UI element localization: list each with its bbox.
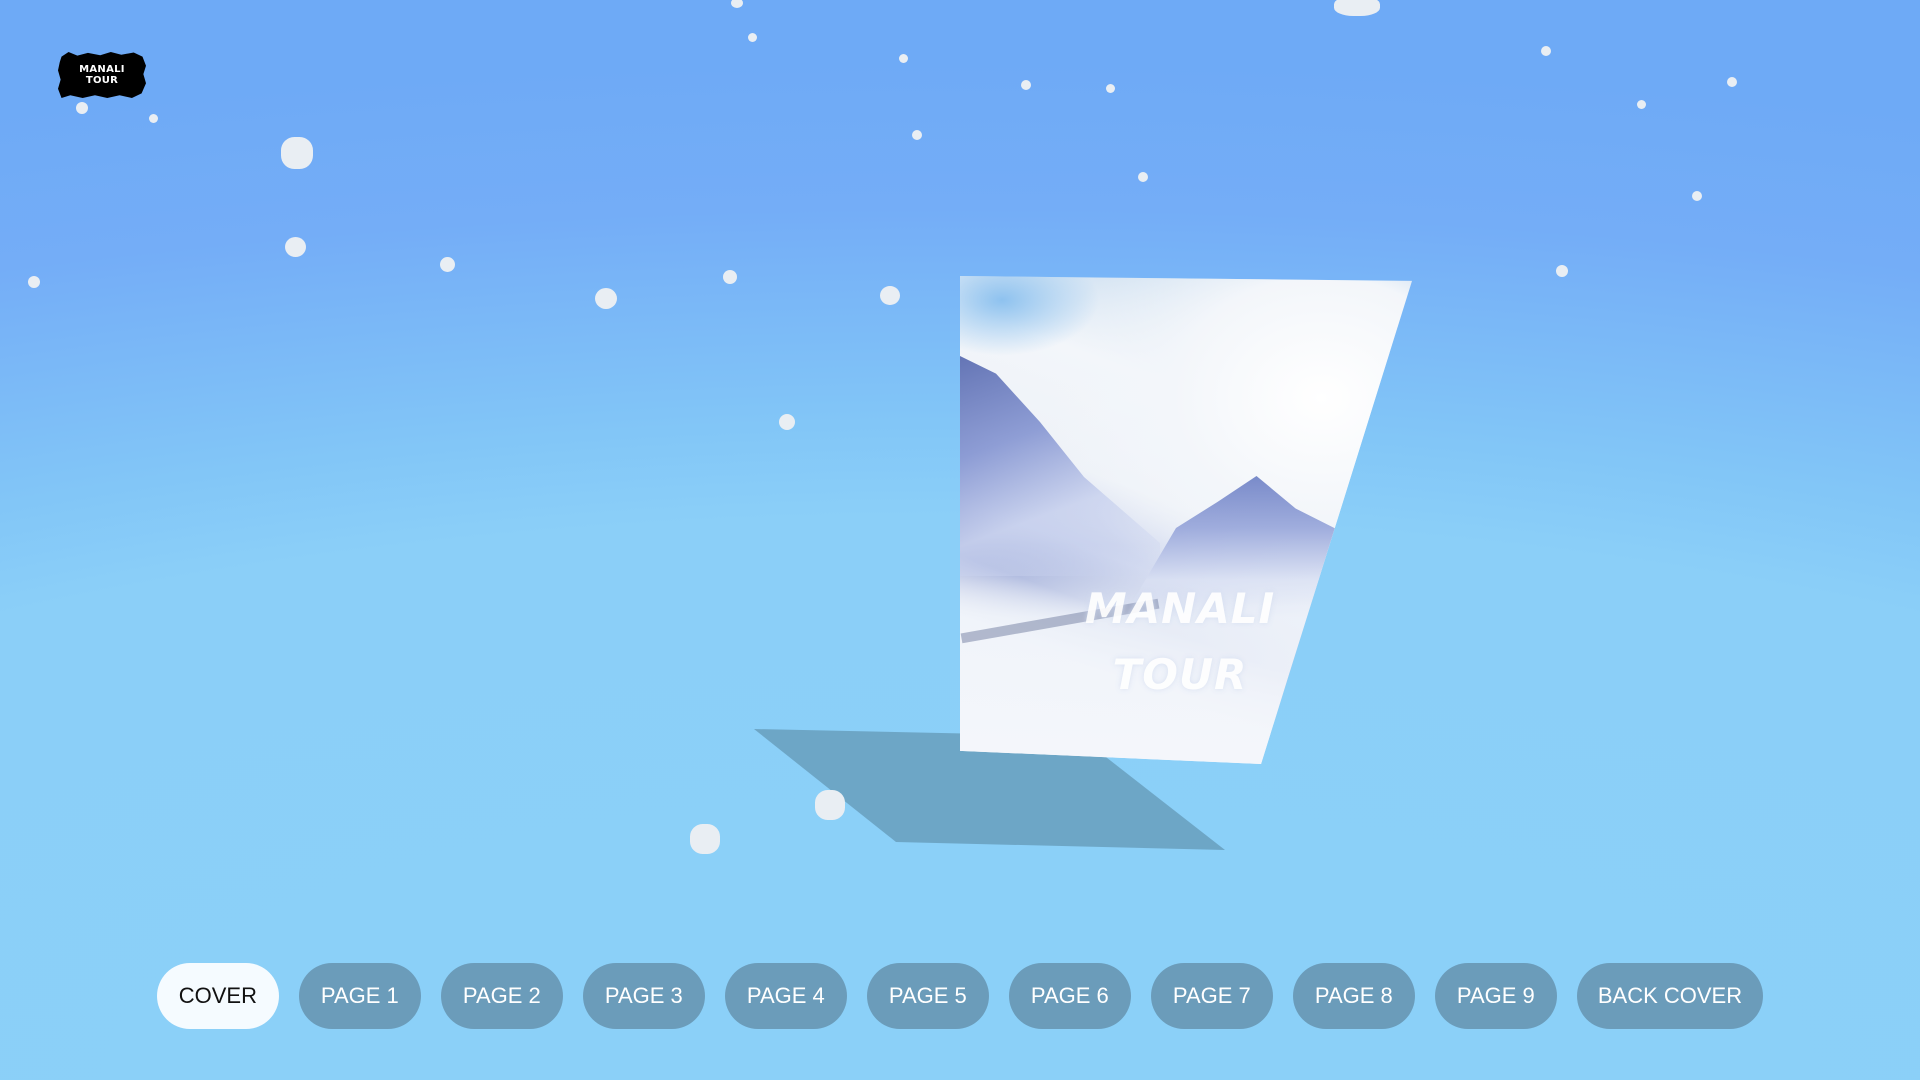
nav-button-cover[interactable]: COVER — [156, 963, 279, 1029]
cover-mountain-left — [960, 356, 1160, 576]
nav-button-page-8[interactable]: PAGE 8 — [1292, 963, 1415, 1029]
snowflake — [815, 790, 845, 820]
page-navigation: COVER PAGE 1 PAGE 2 PAGE 3 PAGE 4 PAGE 5… — [0, 963, 1920, 1029]
snowflake — [690, 824, 720, 854]
scene-canvas[interactable]: MANALI TOUR MANALI TOUR COVER PAGE 1 PAG… — [0, 0, 1920, 1080]
nav-button-page-9[interactable]: PAGE 9 — [1434, 963, 1557, 1029]
cover-sky — [960, 276, 1100, 356]
nav-button-page-4[interactable]: PAGE 4 — [724, 963, 847, 1029]
nav-button-page-7[interactable]: PAGE 7 — [1150, 963, 1273, 1029]
cover-title-line-1: MANALI — [1084, 584, 1276, 633]
nav-button-page-6[interactable]: PAGE 6 — [1008, 963, 1131, 1029]
nav-button-page-3[interactable]: PAGE 3 — [582, 963, 705, 1029]
nav-button-page-5[interactable]: PAGE 5 — [866, 963, 989, 1029]
nav-button-page-1[interactable]: PAGE 1 — [298, 963, 421, 1029]
nav-button-page-2[interactable]: PAGE 2 — [440, 963, 563, 1029]
nav-button-back-cover[interactable]: BACK COVER — [1576, 963, 1764, 1029]
